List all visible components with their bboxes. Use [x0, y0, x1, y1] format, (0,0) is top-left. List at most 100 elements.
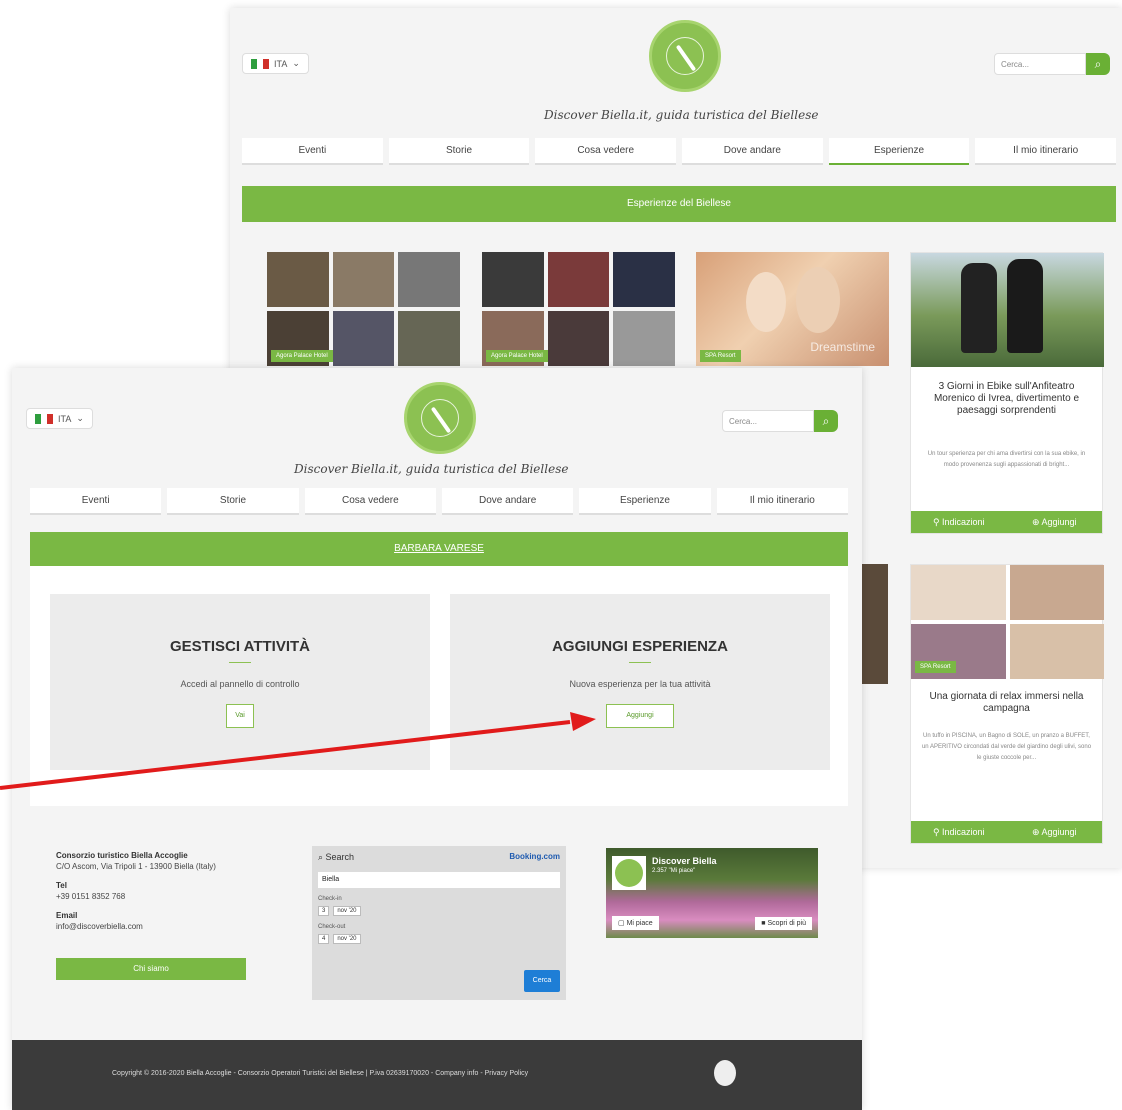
pin-icon: ⚲ — [932, 517, 943, 527]
language-selector[interactable]: ITA ⌄ — [242, 53, 309, 74]
tab-itinerario[interactable]: Il mio itinerario — [975, 138, 1117, 165]
checkin-month[interactable]: nov '20 — [333, 906, 361, 916]
panel-title: AGGIUNGI ESPERIENZA — [552, 638, 728, 655]
card-badge: Agora Palace Hotel — [271, 350, 333, 362]
chevron-down-icon: ⌄ — [76, 413, 84, 423]
partial-photo — [858, 564, 888, 684]
email-label: Email — [56, 911, 78, 920]
experience-card[interactable]: Agora Palace Hotel — [267, 252, 460, 366]
checkout-label: Check-out — [318, 924, 346, 930]
logo[interactable] — [404, 382, 476, 454]
search-icon: ⌕ — [318, 852, 326, 862]
front-screenshot: ITA ⌄ Discover Biella.it, guida turistic… — [12, 368, 862, 1110]
language-label: ITA — [58, 413, 72, 424]
add-experience-panel: AGGIUNGI ESPERIENZA Nuova esperienza per… — [450, 594, 830, 770]
ebike-photo — [911, 253, 1104, 367]
tab-dove-andare[interactable]: Dove andare — [441, 488, 574, 515]
checkout-month[interactable]: nov '20 — [333, 934, 361, 944]
fb-likes: 2.357 "Mi piace" — [652, 868, 696, 874]
search-input[interactable]: Cerca... — [722, 410, 814, 432]
tab-eventi[interactable]: Eventi — [30, 488, 162, 515]
card-badge: Agora Palace Hotel — [486, 350, 548, 362]
tab-storie[interactable]: Storie — [388, 138, 530, 165]
destination-input[interactable]: Biella — [318, 872, 560, 888]
photo-grid — [267, 252, 460, 366]
language-label: ITA — [274, 58, 288, 69]
logo[interactable] — [649, 20, 721, 92]
user-name-bar[interactable]: BARBARA VARESE — [30, 532, 848, 566]
tab-storie[interactable]: Storie — [167, 488, 299, 515]
directions-button[interactable]: ⚲ Indicazioni — [911, 821, 1007, 843]
add-label: Aggiungi — [1041, 827, 1077, 837]
copyright-bar: Copyright © 2016-2020 Biella Accoglie - … — [12, 1040, 862, 1110]
divider — [629, 662, 651, 663]
experience-card[interactable]: Dreamstime SPA Resort — [696, 252, 889, 366]
facebook-widget[interactable]: Discover Biella 2.357 "Mi piace" ▢ Mi pi… — [606, 848, 818, 938]
tab-cosa-vedere[interactable]: Cosa vedere — [535, 138, 677, 165]
manage-activity-panel: GESTISCI ATTIVITÀ Accedi al pannello di … — [50, 594, 430, 770]
tab-esperienze[interactable]: Esperienze — [828, 138, 970, 165]
booking-logo: Booking.com — [509, 852, 560, 861]
tel-value: +39 0151 8352 768 — [56, 892, 126, 901]
copyright-text: Copyright © 2016-2020 Biella Accoglie - … — [112, 1070, 529, 1077]
directions-button[interactable]: ⚲ Indicazioni — [911, 511, 1007, 533]
add-button[interactable]: ⊕ Aggiungi — [1007, 511, 1103, 533]
tab-esperienze[interactable]: Esperienze — [579, 488, 711, 515]
fb-page-name[interactable]: Discover Biella — [652, 856, 717, 866]
thumb-icon: ▢ — [618, 920, 627, 927]
checkin-label: Check-in — [318, 896, 342, 902]
credits-logo-icon — [714, 1060, 736, 1086]
org-name: Consorzio turistico Biella Accoglie — [56, 851, 188, 860]
tel-label: Tel — [56, 881, 67, 890]
pin-icon: ⚲ — [932, 827, 943, 837]
card-actions: ⚲ Indicazioni ⊕ Aggiungi — [911, 821, 1102, 843]
card-badge: SPA Resort — [700, 350, 741, 362]
add-label: Aggiungi — [1041, 517, 1077, 527]
search-icon[interactable]: ⌕ — [814, 410, 838, 432]
search-box: Cerca... ⌕ — [994, 53, 1110, 75]
section-title-bar: Esperienze del Biellese — [242, 186, 1116, 222]
panel-subtitle: Accedi al pannello di controllo — [180, 679, 300, 689]
tab-eventi[interactable]: Eventi — [242, 138, 383, 165]
experience-card[interactable]: SPA Resort Una giornata di relax immersi… — [910, 564, 1104, 844]
chevron-down-icon: ⌄ — [292, 58, 300, 68]
go-button[interactable]: Vai — [226, 704, 254, 728]
card-description: Un tuffo in PISCINA, un Bagno di SOLE, u… — [921, 733, 1092, 761]
org-address: C/O Ascom, Via Tripoli 1 - 13900 Biella … — [56, 862, 216, 871]
footer-contacts: Consorzio turistico Biella Accoglie C/O … — [56, 850, 266, 932]
fb-like-button[interactable]: ▢ Mi piace — [612, 916, 659, 930]
add-button[interactable]: ⊕ Aggiungi — [1007, 821, 1103, 843]
directions-label: Indicazioni — [942, 827, 985, 837]
language-selector[interactable]: ITA ⌄ — [26, 408, 93, 429]
checkout-select[interactable]: 4 nov '20 — [318, 934, 361, 944]
checkin-select[interactable]: 3 nov '20 — [318, 906, 361, 916]
woman-photo — [796, 267, 840, 333]
search-input[interactable]: Cerca... — [994, 53, 1086, 75]
about-us-button[interactable]: Chi siamo — [56, 958, 246, 980]
main-nav: Eventi Storie Cosa vedere Dove andare Es… — [242, 138, 1117, 165]
card-badge: SPA Resort — [915, 661, 956, 673]
italy-flag-icon — [251, 58, 269, 69]
panel-subtitle: Nuova esperienza per la tua attività — [569, 679, 711, 689]
plus-icon: ⊕ — [1031, 517, 1042, 527]
fb-more-button[interactable]: ■ Scopri di più — [755, 917, 812, 930]
tab-dove-andare[interactable]: Dove andare — [682, 138, 823, 165]
experience-card[interactable]: Agora Palace Hotel — [482, 252, 675, 366]
search-box: Cerca... ⌕ — [722, 410, 838, 432]
add-experience-button[interactable]: Aggiungi — [606, 704, 674, 728]
woman-photo — [746, 272, 786, 332]
checkout-day[interactable]: 4 — [318, 934, 330, 944]
tab-itinerario[interactable]: Il mio itinerario — [716, 488, 848, 515]
card-description: Un tour sperienza per chi ama divertirsi… — [927, 451, 1086, 468]
card-title: Una giornata di relax immersi nella camp… — [929, 691, 1084, 714]
search-icon[interactable]: ⌕ — [1086, 53, 1110, 75]
checkin-day[interactable]: 3 — [318, 906, 330, 916]
plus-icon: ⊕ — [1031, 827, 1042, 837]
card-title: 3 Giorni in Ebike sull'Anfiteatro Moreni… — [933, 381, 1080, 416]
email-value[interactable]: info@discoverbiella.com — [56, 921, 266, 932]
tagline: Discover Biella.it, guida turistica del … — [294, 462, 569, 476]
tab-cosa-vedere[interactable]: Cosa vedere — [304, 488, 436, 515]
divider — [229, 662, 251, 663]
experience-card[interactable]: 3 Giorni in Ebike sull'Anfiteatro Moreni… — [910, 252, 1104, 534]
booking-search-button[interactable]: Cerca — [524, 970, 560, 992]
